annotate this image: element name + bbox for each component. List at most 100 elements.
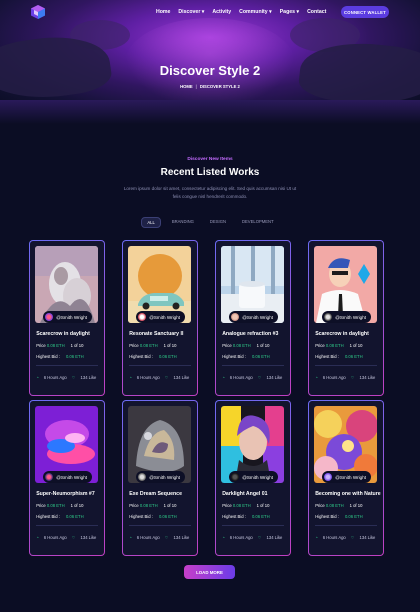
card-footer: ◔ 6 Hours Ago ♡ 134 Like bbox=[129, 535, 189, 540]
price-value: 0.08 ETH bbox=[232, 343, 251, 349]
clock-icon: ◔ bbox=[129, 375, 132, 381]
nft-card[interactable]: @Smith Wright Exe Dream Sequence Price 0… bbox=[122, 400, 198, 556]
section-description: Lorem ipsum dolor sit amet, consectetur … bbox=[123, 186, 297, 199]
bid-row: Highest Bid : 0.06 ETH bbox=[129, 354, 176, 359]
like-count: 134 Like bbox=[80, 535, 97, 541]
owner-badge[interactable]: @Smith Wright bbox=[229, 471, 279, 484]
card-footer: ◔ 6 Hours Ago ♡ 134 Like bbox=[36, 375, 96, 380]
nft-title[interactable]: Exe Dream Sequence bbox=[129, 491, 182, 497]
bid-label: Highest Bid : bbox=[36, 514, 60, 520]
heart-icon[interactable]: ♡ bbox=[165, 375, 169, 380]
price-row: Price 0.08 ETH 1 of 10 bbox=[315, 503, 362, 508]
price-row: Price 0.08 ETH 1 of 10 bbox=[315, 343, 362, 348]
heart-icon[interactable]: ♡ bbox=[351, 375, 355, 380]
filter-tabs: ALL BRANDING DESIGN DEVELOPMENT bbox=[0, 217, 420, 228]
nft-card[interactable]: @Smith Wright Becoming one with Nature P… bbox=[308, 400, 384, 556]
bid-value: 0.06 ETH bbox=[158, 354, 177, 360]
nft-card[interactable]: @Smith Wright Scarecrow in daylight Pric… bbox=[308, 240, 384, 396]
heart-icon[interactable]: ♡ bbox=[258, 535, 262, 540]
time-ago: 6 Hours Ago bbox=[322, 375, 346, 381]
nft-card[interactable]: @Smith Wright Darklight Angel 01 Price 0… bbox=[215, 400, 291, 556]
avatar bbox=[138, 313, 147, 322]
divider bbox=[36, 525, 98, 526]
clock-icon: ◔ bbox=[36, 535, 39, 541]
like-count: 134 Like bbox=[359, 375, 376, 381]
price-label: Price bbox=[222, 503, 232, 509]
breadcrumb-home[interactable]: HOME bbox=[180, 84, 193, 89]
filter-branding[interactable]: BRANDING bbox=[167, 217, 199, 228]
nav-pages[interactable]: Pages ▾ bbox=[280, 9, 299, 15]
nav-community[interactable]: Community ▾ bbox=[239, 9, 272, 15]
nft-title[interactable]: Becoming one with Nature bbox=[315, 491, 380, 497]
price-label: Price bbox=[222, 343, 232, 349]
heart-icon[interactable]: ♡ bbox=[165, 535, 169, 540]
bid-value: 0.06 ETH bbox=[251, 514, 270, 520]
filter-all[interactable]: ALL bbox=[141, 217, 161, 228]
nav-home[interactable]: Home bbox=[156, 9, 170, 15]
price-row: Price 0.08 ETH 1 of 10 bbox=[36, 503, 83, 508]
nav-contact[interactable]: Contact bbox=[307, 9, 326, 15]
bid-row: Highest Bid : 0.06 ETH bbox=[36, 354, 83, 359]
nav-activity[interactable]: Activity bbox=[212, 9, 231, 15]
owner-badge[interactable]: @Smith Wright bbox=[136, 471, 186, 484]
owner-badge[interactable]: @Smith Wright bbox=[136, 311, 186, 324]
heart-icon[interactable]: ♡ bbox=[258, 375, 262, 380]
heart-icon[interactable]: ♡ bbox=[72, 375, 76, 380]
nft-title[interactable]: Scarecrow in daylight bbox=[36, 331, 90, 337]
filter-design[interactable]: DESIGN bbox=[205, 217, 231, 228]
nft-title[interactable]: Super-Neumorphism #7 bbox=[36, 491, 95, 497]
owner-name: @Smith Wright bbox=[335, 314, 367, 320]
owner-badge[interactable]: @Smith Wright bbox=[322, 471, 372, 484]
nft-card[interactable]: @Smith Wright Resonate Sanctuary II Pric… bbox=[122, 240, 198, 396]
owner-badge[interactable]: @Smith Wright bbox=[43, 471, 93, 484]
nav-discover[interactable]: Discover ▾ bbox=[178, 9, 204, 15]
price-value: 0.08 ETH bbox=[139, 503, 158, 509]
edition-count: 1 of 10 bbox=[70, 503, 84, 509]
load-more-button[interactable]: LOAD MORE bbox=[184, 565, 235, 579]
divider bbox=[36, 365, 98, 366]
logo-icon[interactable] bbox=[30, 4, 46, 20]
nft-card[interactable]: @Smith Wright Scarecrow in daylight Pric… bbox=[29, 240, 105, 396]
clock-icon: ◔ bbox=[315, 375, 318, 381]
nft-title[interactable]: Resonate Sanctuary II bbox=[129, 331, 183, 337]
owner-name: @Smith Wright bbox=[56, 314, 88, 320]
card-footer: ◔ 6 Hours Ago ♡ 134 Like bbox=[129, 375, 189, 380]
like-count: 134 Like bbox=[80, 375, 97, 381]
divider bbox=[315, 525, 377, 526]
like-count: 134 Like bbox=[173, 535, 190, 541]
bid-value: 0.06 ETH bbox=[344, 514, 363, 520]
price-row: Price 0.08 ETH 1 of 10 bbox=[129, 343, 176, 348]
bid-row: Highest Bid : 0.06 ETH bbox=[129, 514, 176, 519]
avatar bbox=[45, 313, 54, 322]
heart-icon[interactable]: ♡ bbox=[72, 535, 76, 540]
clock-icon: ◔ bbox=[222, 375, 225, 381]
clock-icon: ◔ bbox=[36, 375, 39, 381]
price-row: Price 0.08 ETH 1 of 10 bbox=[222, 343, 269, 348]
section-subtitle: Discover New Items bbox=[187, 157, 233, 162]
bid-label: Highest Bid : bbox=[315, 354, 339, 360]
avatar bbox=[324, 313, 333, 322]
avatar bbox=[45, 473, 54, 482]
connect-wallet-button[interactable]: CONNECT WALLET bbox=[341, 6, 389, 18]
owner-name: @Smith Wright bbox=[335, 474, 367, 480]
avatar bbox=[231, 313, 240, 322]
nft-title[interactable]: Scarecrow in daylight bbox=[315, 331, 369, 337]
nft-title[interactable]: Darklight Angel 01 bbox=[222, 491, 267, 497]
clock-icon: ◔ bbox=[129, 535, 132, 541]
nft-card[interactable]: @Smith Wright Analogue refraction #3 Pri… bbox=[215, 240, 291, 396]
heart-icon[interactable]: ♡ bbox=[351, 535, 355, 540]
nft-card[interactable]: @Smith Wright Super-Neumorphism #7 Price… bbox=[29, 400, 105, 556]
owner-badge[interactable]: @Smith Wright bbox=[43, 311, 93, 324]
owner-name: @Smith Wright bbox=[149, 314, 181, 320]
breadcrumb-current: DISCOVER STYLE 2 bbox=[199, 84, 240, 89]
nft-title[interactable]: Analogue refraction #3 bbox=[222, 331, 278, 337]
filter-development[interactable]: DEVELOPMENT bbox=[237, 217, 279, 228]
price-row: Price 0.08 ETH 1 of 10 bbox=[129, 503, 176, 508]
owner-badge[interactable]: @Smith Wright bbox=[229, 311, 279, 324]
main-menu: Home Discover ▾ Activity Community ▾ Pag… bbox=[156, 9, 326, 15]
edition-count: 1 of 10 bbox=[163, 503, 177, 509]
breadcrumb: HOME | DISCOVER STYLE 2 bbox=[0, 84, 420, 89]
time-ago: 6 Hours Ago bbox=[229, 535, 253, 541]
owner-badge[interactable]: @Smith Wright bbox=[322, 311, 372, 324]
bid-value: 0.06 ETH bbox=[158, 514, 177, 520]
